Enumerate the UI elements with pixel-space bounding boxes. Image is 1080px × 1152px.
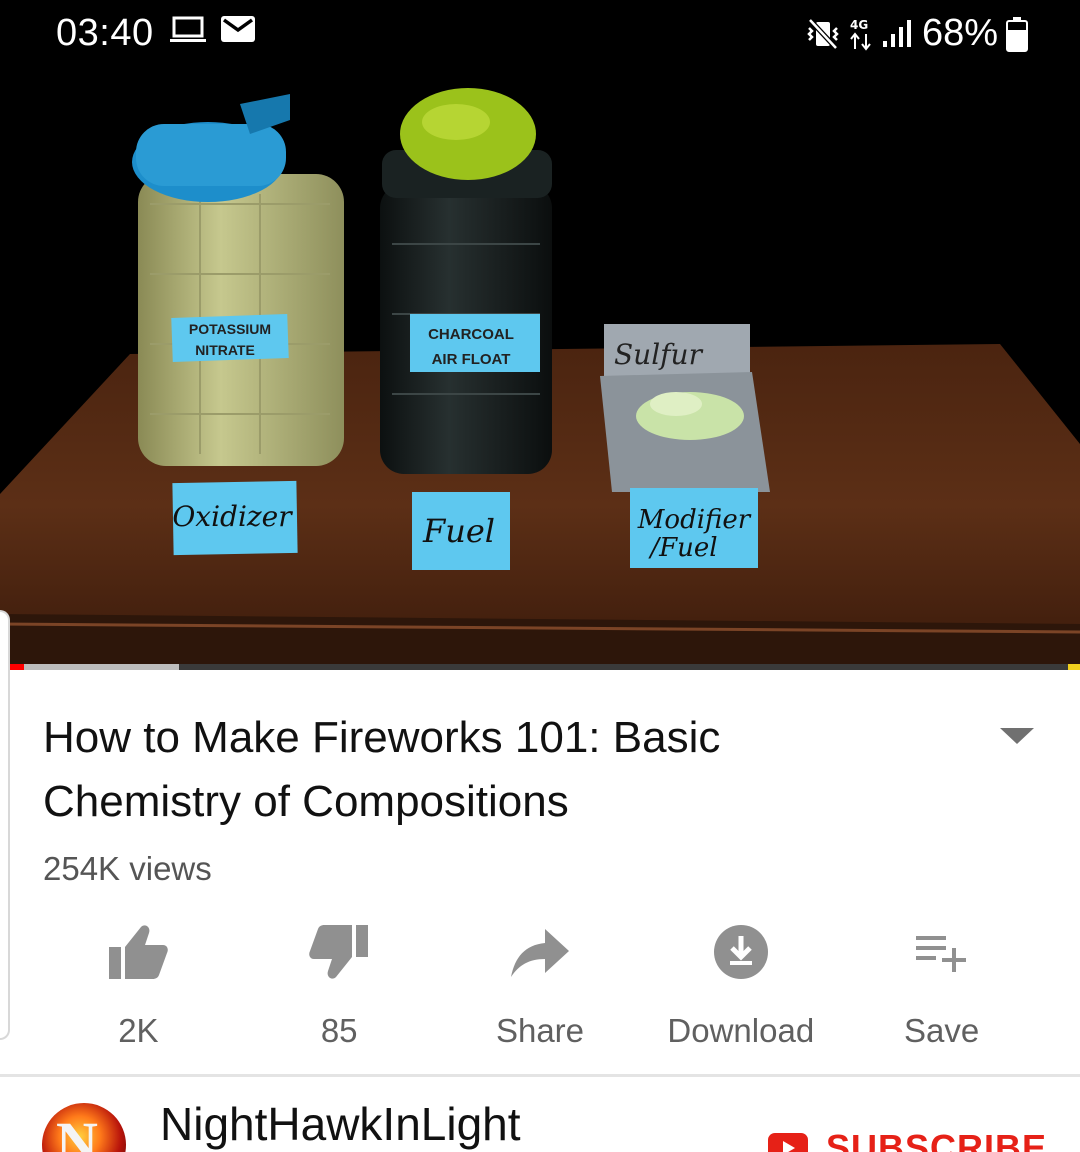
svg-text:NITRATE: NITRATE — [195, 342, 255, 358]
video-title: How to Make Fireworks 101: Basic Chemist… — [43, 713, 721, 826]
svg-text:Sulfur: Sulfur — [614, 338, 704, 371]
view-count: 254K views — [43, 850, 212, 887]
mail-icon — [220, 14, 256, 49]
video-player[interactable]: POTASSIUM NITRATE CHARCOAL AIR FLOAT Sul… — [0, 64, 1080, 668]
signal-icon — [882, 19, 914, 49]
expand-description-icon[interactable] — [1000, 726, 1034, 746]
like-count: 2K — [118, 1012, 159, 1049]
playlist-add-icon — [911, 922, 973, 982]
download-button[interactable]: Download — [640, 920, 841, 1050]
save-button[interactable]: Save — [841, 920, 1042, 1050]
svg-text:4G: 4G — [850, 18, 868, 32]
video-frame: POTASSIUM NITRATE CHARCOAL AIR FLOAT Sul… — [0, 64, 1080, 668]
data-arrows-icon: 4G — [848, 17, 874, 51]
svg-text:Oxidizer: Oxidizer — [172, 500, 293, 533]
download-icon — [710, 922, 772, 982]
laptop-icon — [170, 14, 206, 49]
share-button[interactable]: Share — [440, 920, 641, 1050]
battery-icon — [1006, 16, 1028, 52]
side-panel-edge[interactable] — [0, 610, 10, 1040]
channel-avatar[interactable]: N — [42, 1103, 126, 1152]
channel-row: N NightHawkInLight SUBSCRIBE — [0, 1077, 1080, 1152]
avatar-letter: N — [56, 1110, 98, 1152]
action-bar: 2K 85 Share Download Save — [38, 920, 1042, 1050]
share-icon — [509, 922, 571, 982]
video-info: How to Make Fireworks 101: Basic Chemist… — [0, 610, 1080, 1152]
thumbs-up-icon — [107, 922, 169, 982]
svg-text:Modifier: Modifier — [637, 505, 752, 535]
dislike-button[interactable]: 85 — [239, 920, 440, 1050]
download-label: Download — [667, 1012, 815, 1049]
youtube-logo-icon — [768, 1133, 808, 1152]
svg-text:Fuel: Fuel — [422, 512, 495, 550]
like-button[interactable]: 2K — [38, 920, 239, 1050]
status-bar: 03:40 4G 68% — [0, 0, 1080, 64]
svg-text:POTASSIUM: POTASSIUM — [189, 321, 271, 337]
share-label: Share — [495, 1012, 585, 1049]
save-label: Save — [903, 1012, 980, 1049]
svg-text:/Fuel: /Fuel — [647, 533, 717, 563]
svg-text:AIR FLOAT: AIR FLOAT — [432, 351, 511, 368]
mute-vibrate-icon — [806, 17, 840, 50]
battery-percent: 68% — [921, 12, 998, 54]
subscribe-button[interactable]: SUBSCRIBE — [768, 1127, 1047, 1152]
channel-name[interactable]: NightHawkInLight — [160, 1097, 521, 1151]
subscribe-label: SUBSCRIBE — [826, 1127, 1048, 1152]
svg-text:CHARCOAL: CHARCOAL — [428, 326, 514, 343]
status-time: 03:40 — [56, 12, 154, 54]
thumbs-down-icon — [308, 922, 370, 982]
dislike-count: 85 — [320, 1012, 358, 1049]
